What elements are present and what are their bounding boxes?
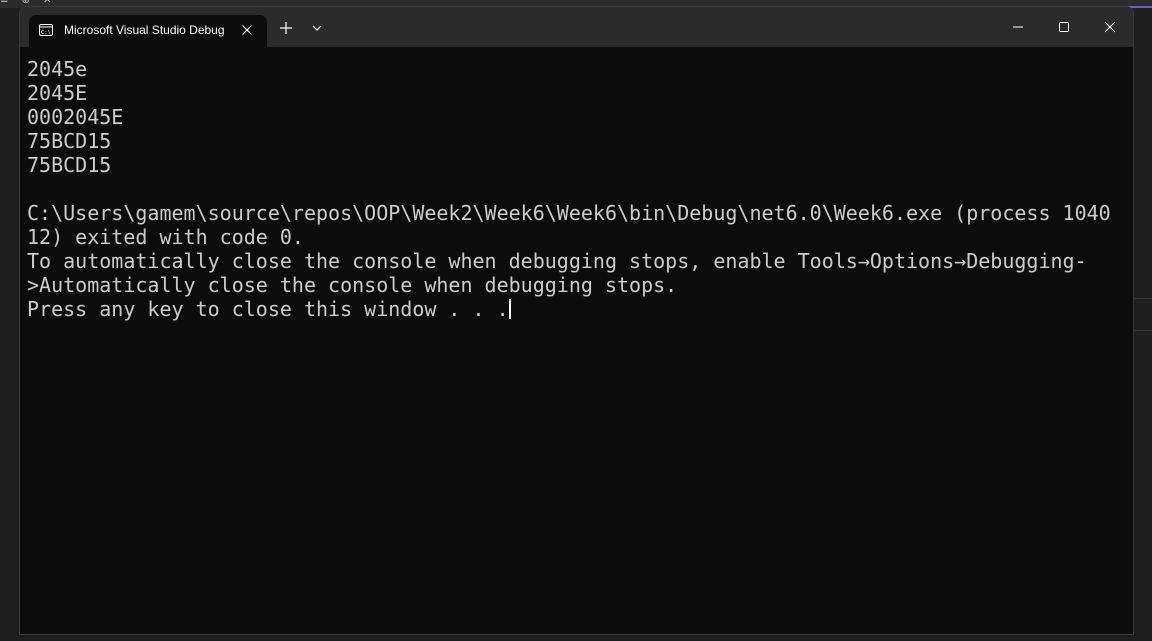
terminal-window: C:\ Microsoft Visual Studio Debug Consol… — [19, 6, 1134, 635]
svg-text:C:\: C:\ — [41, 30, 51, 36]
tab-debug-console[interactable]: C:\ Microsoft Visual Studio Debug Consol… — [29, 15, 267, 47]
ide-divider — [1132, 298, 1152, 299]
minimize-button[interactable] — [995, 7, 1041, 47]
title-bar[interactable]: C:\ Microsoft Visual Studio Debug Consol… — [20, 7, 1133, 47]
ide-background-right — [1132, 8, 1152, 641]
console-line: 0002045E — [27, 105, 124, 129]
ide-divider — [1132, 330, 1152, 331]
console-line: 2045e — [27, 57, 88, 81]
text-cursor — [508, 299, 511, 319]
console-line: 75BCD15 — [27, 129, 112, 153]
console-line: To automatically close the console when … — [27, 249, 1087, 273]
console-output[interactable]: 2045e 2045E 0002045E 75BCD15 75BCD15 C:\User… — [27, 57, 1122, 321]
close-window-button[interactable] — [1087, 7, 1133, 47]
console-line: 2045E — [27, 81, 88, 105]
ide-background-left — [0, 8, 19, 641]
close-icon — [1104, 21, 1116, 33]
minimize-icon — [1013, 26, 1023, 28]
close-icon[interactable] — [238, 21, 256, 39]
tab-title: Microsoft Visual Studio Debug Console — [64, 23, 228, 37]
console-line: 12) exited with code 0. — [27, 225, 304, 249]
console-line: >Automatically close the console when de… — [27, 273, 678, 297]
maximize-icon — [1059, 22, 1069, 32]
console-line: C:\Users\gamem\source\repos\OOP\Week2\We… — [27, 201, 1111, 225]
chevron-down-icon[interactable] — [310, 21, 324, 35]
plus-icon[interactable] — [277, 19, 295, 37]
console-icon: C:\ — [39, 24, 53, 36]
console-line: 75BCD15 — [27, 153, 112, 177]
console-last-line: Press any key to close this window . . . — [27, 297, 1122, 321]
console-line: Press any key to close this window . . . — [27, 297, 509, 321]
maximize-button[interactable] — [1041, 7, 1087, 47]
